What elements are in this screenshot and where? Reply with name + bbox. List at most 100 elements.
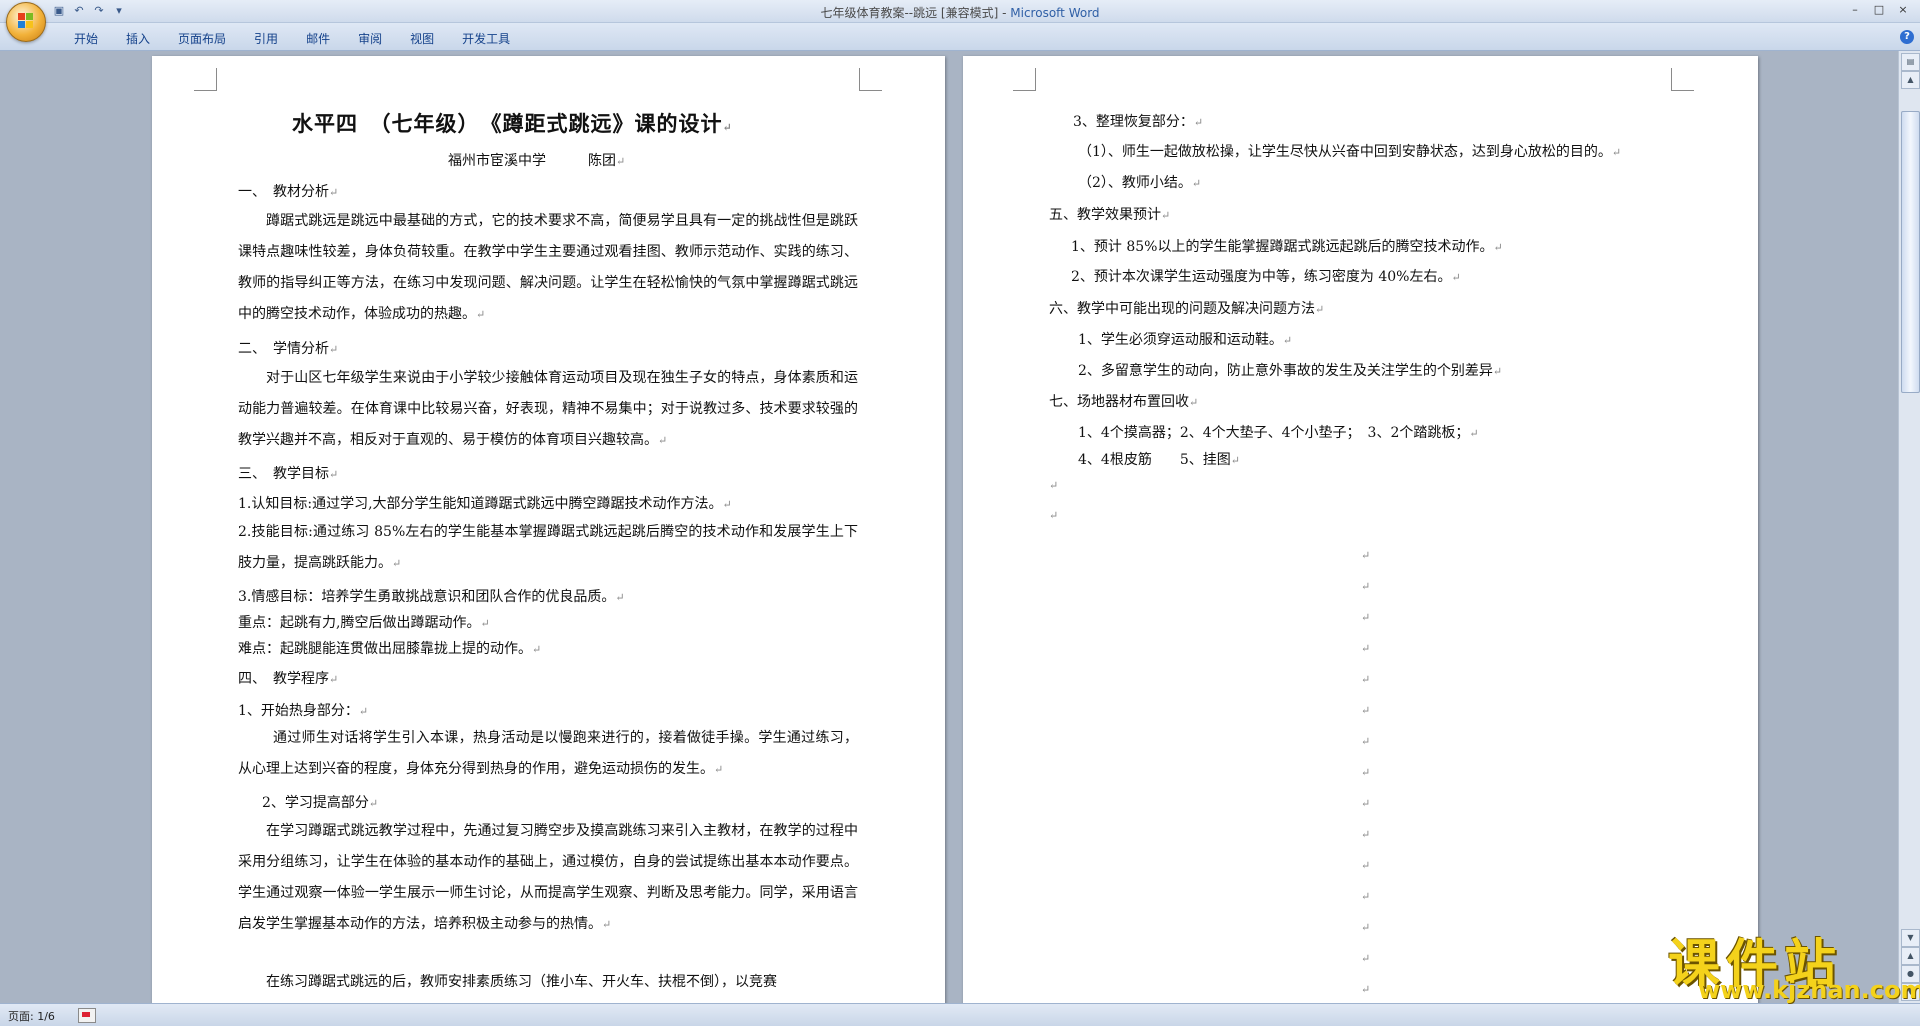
tab-insert[interactable]: 插入: [112, 30, 164, 47]
author-line: 福州市宦溪中学 陈团↵: [448, 150, 625, 170]
paragraph-mark: ↵: [329, 468, 339, 481]
section-heading: 五、教学效果预计↵: [1049, 204, 1170, 224]
text-line: （1）、师生一起做放松操，让学生尽快从兴奋中回到安静状态，达到身心放松的目的。↵: [1078, 141, 1621, 161]
heading-text: 三、 教学目标: [238, 466, 329, 482]
page-indicator[interactable]: 页面: 1/6: [8, 1008, 55, 1024]
close-button[interactable]: ×: [1892, 2, 1914, 18]
tab-review[interactable]: 审阅: [344, 30, 396, 47]
paragraph-mark: ↵: [1361, 983, 1371, 996]
paragraph-mark: ↵: [532, 643, 542, 656]
site-watermark: 课件站 www.kjzhan.com: [1668, 922, 1920, 1004]
paragraph-mark: ↵: [1193, 116, 1204, 129]
key-point-line: 重点：起跳有力,腾空后做出蹲踞动作。↵: [238, 612, 490, 632]
paragraph-mark: ↵: [1611, 146, 1622, 159]
paragraph-mark: ↵: [329, 343, 339, 356]
paragraph-mark: ↵: [1361, 673, 1371, 686]
section-heading: 三、 教学目标↵: [238, 463, 338, 483]
maximize-button[interactable]: □: [1868, 2, 1890, 18]
paragraph-mark: ↵: [714, 763, 724, 776]
margin-corner-mark: [194, 68, 217, 91]
line-text: 3、整理恢复部分：: [1073, 114, 1194, 130]
goal-text: 1.认知目标:通过学习,大部分学生能知道蹲踞式跳远中腾空蹲踞技术动作方法。: [238, 496, 723, 512]
paragraph-mark: ↵: [615, 591, 625, 604]
paragraph-mark: ↵: [1361, 859, 1371, 872]
paragraph-mark: ↵: [1189, 396, 1199, 409]
vertical-scrollbar[interactable]: ▤ ▲ ▼ ▲ ● ▼: [1898, 51, 1920, 1003]
paragraph-mark: ↵: [1361, 952, 1371, 965]
section-heading: 七、场地器材布置回收↵: [1049, 391, 1198, 411]
paragraph-mark: ↵: [1361, 642, 1371, 655]
tab-page-layout[interactable]: 页面布局: [164, 30, 240, 47]
page-right[interactable]: 3、整理恢复部分：↵ （1）、师生一起做放松操，让学生尽快从兴奋中回到安静状态，…: [963, 56, 1758, 1003]
title-text: 水平四 （七年级） 《蹲距式跳远》课的设计: [292, 111, 723, 136]
section-heading: 二、 学情分析↵: [238, 338, 338, 358]
ruler-toggle-icon[interactable]: ▤: [1901, 53, 1920, 71]
tab-mailings[interactable]: 邮件: [292, 30, 344, 47]
paragraph-mark: ↵: [1493, 241, 1503, 254]
text-line: 1、预计 85%以上的学生能掌握蹲踞式跳远起跳后的腾空技术动作。↵: [1071, 236, 1503, 256]
tab-developer[interactable]: 开发工具: [448, 30, 524, 47]
previous-page-icon[interactable]: ▲: [1901, 947, 1920, 965]
paragraph-mark: ↵: [1361, 797, 1371, 810]
paragraph-mark: ↵: [392, 557, 402, 570]
paragraph-mark: ↵: [1451, 271, 1461, 284]
paragraph-line: 在练习蹲踞式跳远的后，教师安排素质练习（推小车、开火车、扶棍不倒），以竞赛: [266, 971, 777, 991]
paragraph-mark: ↵: [1361, 828, 1371, 841]
paragraph: 在学习蹲踞式跳远教学过程中，先通过复习腾空步及摸高跳练习来引入主教材，在教学的过…: [238, 816, 858, 940]
paragraph-mark: ↵: [1315, 303, 1325, 316]
goal-text: 3.情感目标：培养学生勇敢挑战意识和团队合作的优良品质。: [238, 589, 616, 605]
help-icon[interactable]: ?: [1900, 30, 1914, 44]
window-title: 七年级体育教案--跳远 [兼容模式] - Microsoft Word: [0, 4, 1920, 21]
status-bar: 页面: 1/6: [0, 1003, 1920, 1026]
paragraph-mark: ↵: [616, 155, 626, 168]
paragraph-mark: ↵: [480, 617, 490, 630]
paragraph-text: 对于山区七年级学生来说由于小学较少接触体育运动项目及现在独生子女的特点，身体素质…: [238, 370, 858, 448]
line-text: 4、4根皮筋 5、挂图: [1078, 452, 1231, 468]
tab-view[interactable]: 视图: [396, 30, 448, 47]
margin-corner-mark: [1013, 68, 1036, 91]
difficulty-line: 难点：起跳腿能连贯做出屈膝靠拢上提的动作。↵: [238, 638, 541, 658]
line-text: 2、预计本次课学生运动强度为中等，练习密度为 40%左右。: [1071, 269, 1452, 285]
title-bar: ▣ ↶ ↷ ▾ 七年级体育教案--跳远 [兼容模式] - Microsoft W…: [0, 0, 1920, 23]
scroll-up-icon[interactable]: ▲: [1901, 71, 1920, 89]
paragraph-mark: ↵: [1361, 704, 1371, 717]
heading-text: 六、教学中可能出现的问题及解决问题方法: [1049, 301, 1315, 317]
document-workspace[interactable]: 水平四 （七年级） 《蹲距式跳远》课的设计↵ 福州市宦溪中学 陈团↵ 一、 教材…: [0, 51, 1898, 1003]
paragraph-text: 在练习蹲踞式跳远的后，教师安排素质练习（推小车、开火车、扶棍不倒），以竞赛: [266, 974, 777, 990]
paragraph-mark: ↵: [1361, 766, 1371, 779]
margin-corner-mark: [1671, 68, 1694, 91]
scroll-down-icon[interactable]: ▼: [1901, 929, 1920, 947]
office-logo-icon: [18, 13, 34, 29]
goal-line: 3.情感目标：培养学生勇敢挑战意识和团队合作的优良品质。↵: [238, 586, 625, 606]
text-line: （2）、教师小结。↵: [1078, 172, 1201, 192]
line-text: 1、学生必须穿运动服和运动鞋。: [1078, 332, 1283, 348]
page-left[interactable]: 水平四 （七年级） 《蹲距式跳远》课的设计↵ 福州市宦溪中学 陈团↵ 一、 教材…: [152, 56, 945, 1003]
paragraph-mark: ↵: [1230, 454, 1240, 467]
key-point-text: 重点：起跳有力,腾空后做出蹲踞动作。: [238, 615, 481, 631]
tab-home[interactable]: 开始: [60, 30, 112, 47]
paragraph-mark: ↵: [1361, 580, 1371, 593]
tab-references[interactable]: 引用: [240, 30, 292, 47]
minimize-button[interactable]: –: [1844, 2, 1866, 18]
heading-text: 一、 教材分析: [238, 184, 329, 200]
paragraph-mark: ↵: [1361, 921, 1371, 934]
paragraph: 对于山区七年级学生来说由于小学较少接触体育运动项目及现在独生子女的特点，身体素质…: [238, 363, 858, 456]
paragraph-mark: ↵: [329, 186, 339, 199]
step-heading: 1、开始热身部分：↵: [238, 700, 368, 720]
paragraph-mark: ↵: [329, 673, 339, 686]
paragraph-mark: ↵: [1469, 427, 1479, 440]
text-line: 2、预计本次课学生运动强度为中等，练习密度为 40%左右。↵: [1071, 266, 1461, 286]
difficulty-text: 难点：起跳腿能连贯做出屈膝靠拢上提的动作。: [238, 641, 532, 657]
proofing-status-icon[interactable]: [78, 1008, 96, 1023]
paragraph-mark: ↵: [1361, 549, 1371, 562]
author-text: 福州市宦溪中学 陈团: [448, 153, 616, 169]
text-line: 2、多留意学生的动向，防止意外事故的发生及关注学生的个别差异↵: [1078, 360, 1502, 380]
heading-text: 四、 教学程序: [238, 671, 329, 687]
office-button[interactable]: [6, 2, 46, 42]
text-line: 1、4个摸高器；2、4个大垫子、4个小垫子； 3、2个踏跳板；↵: [1078, 422, 1479, 442]
line-text: （1）、师生一起做放松操，让学生尽快从兴奋中回到安静状态，达到身心放松的目的。: [1078, 144, 1612, 160]
scroll-thumb[interactable]: [1901, 111, 1920, 393]
section-heading: 六、教学中可能出现的问题及解决问题方法↵: [1049, 298, 1324, 318]
heading-text: 二、 学情分析: [238, 341, 329, 357]
step-text: 1、开始热身部分：: [238, 703, 359, 719]
